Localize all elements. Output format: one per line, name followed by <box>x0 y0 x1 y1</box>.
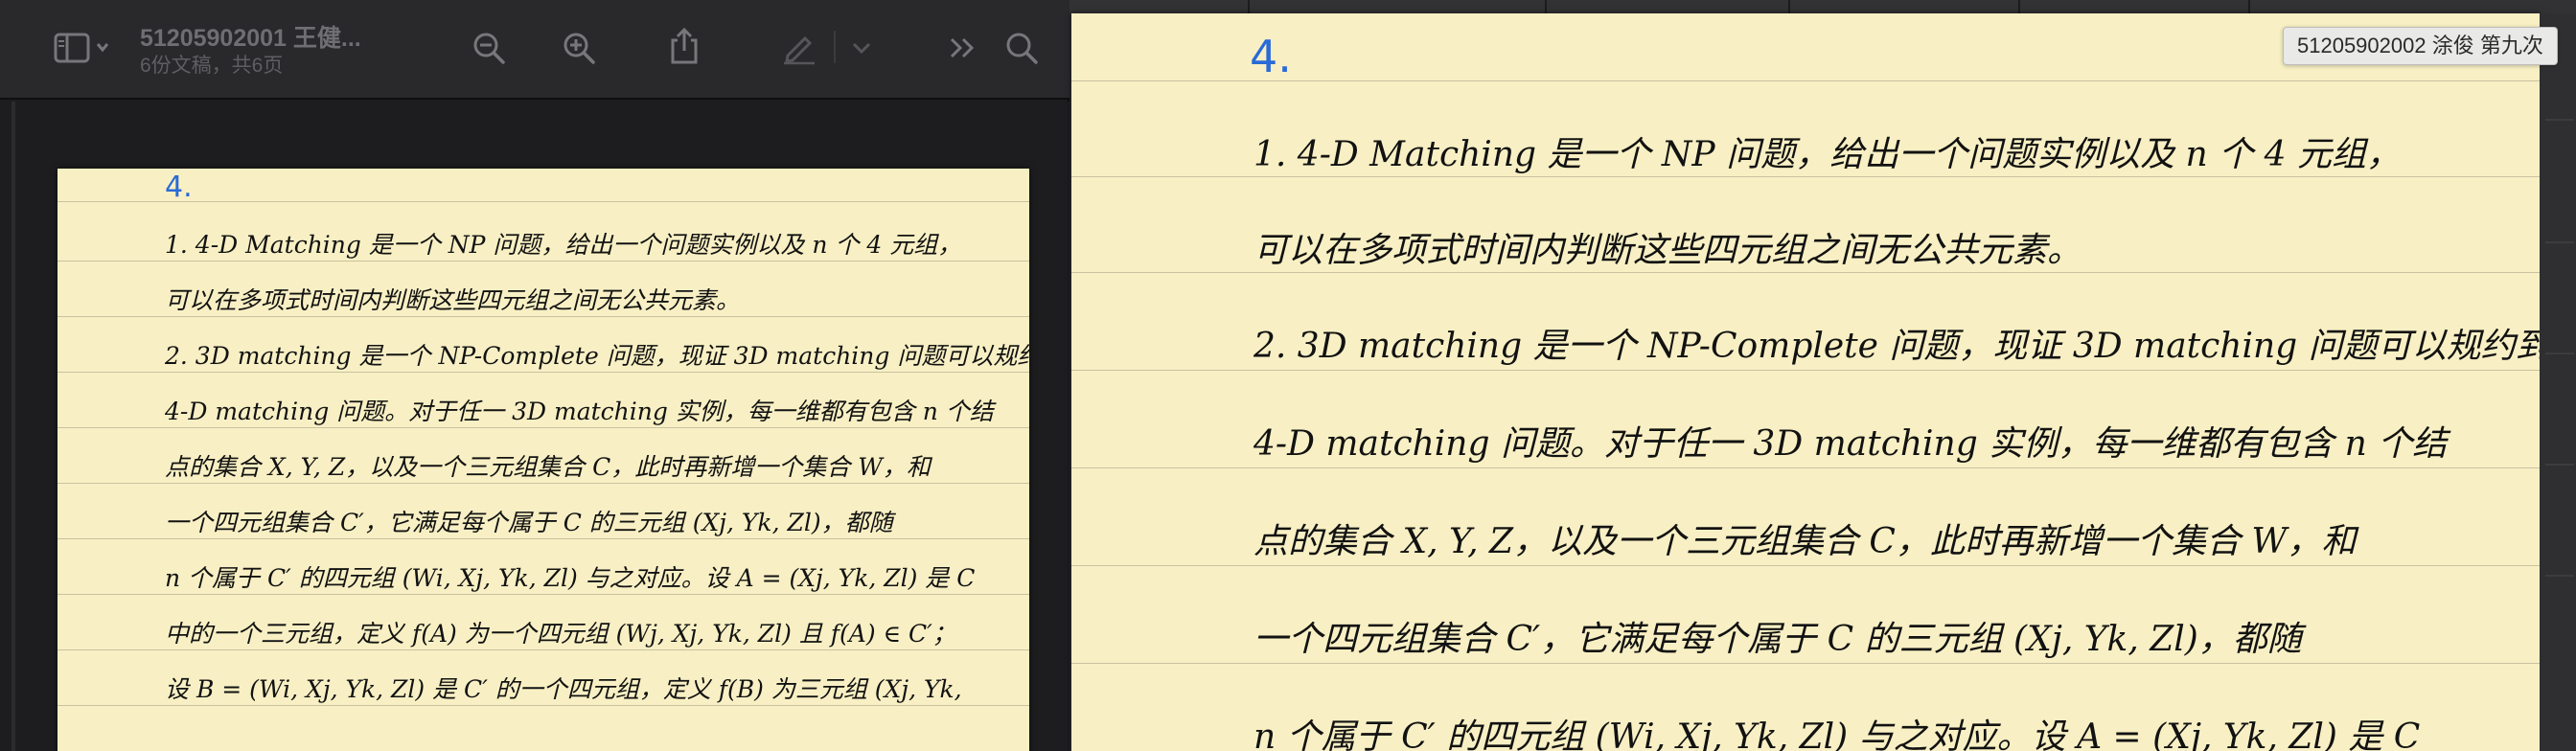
handwritten-line: 一个四元组集合 C′，它满足每个属于 C 的三元组 (Xj, Yk, Zl)，都… <box>165 509 893 536</box>
handwritten-heading: 4. <box>165 171 193 204</box>
ruled-line <box>1071 565 2540 566</box>
toolbar-separator <box>834 31 836 63</box>
gutter-mark <box>2545 575 2574 577</box>
gutter-mark <box>2545 353 2574 354</box>
handwritten-heading: 4. <box>1250 31 1292 82</box>
zoom-out-icon <box>472 31 506 65</box>
zoom-in-icon <box>562 31 596 65</box>
handwritten-line: 1. 4-D Matching 是一个 NP 问题，给出一个问题实例以及 n 个… <box>1254 135 2401 174</box>
document-subtitle: 6份文稿，共6页 <box>140 55 284 77</box>
ruled-line <box>58 261 1029 262</box>
ruled-line <box>58 483 1029 484</box>
share-icon <box>668 27 701 65</box>
tab-divider <box>1248 0 1250 13</box>
handwritten-line: 可以在多项式时间内判断这些四元组之间无公共元素。 <box>1254 231 2082 270</box>
ruled-line <box>58 427 1029 428</box>
ruled-line <box>58 649 1029 650</box>
document-page-thumbnail[interactable]: 4. 1. 4-D Matching 是一个 NP 问题，给出一个问题实例以及 … <box>58 169 1029 751</box>
handwritten-line: 设 B = (Wi, Xj, Yk, Zl) 是 C′ 的一个四元组，定义 f(… <box>165 675 962 703</box>
handwritten-line: 一个四元组集合 C′，它满足每个属于 C 的三元组 (Xj, Yk, Zl)，都… <box>1254 620 2302 659</box>
zoom-in-button[interactable] <box>558 27 600 69</box>
handwritten-line: 2. 3D matching 是一个 NP-Complete 问题，现证 3D … <box>165 342 1029 370</box>
ruled-line <box>58 201 1029 202</box>
handwritten-line: 可以在多项式时间内判断这些四元组之间无公共元素。 <box>165 286 741 314</box>
document-page-large[interactable]: 4. 1. 4-D Matching 是一个 NP 问题，给出一个问题实例以及 … <box>1071 13 2540 751</box>
right-scroll-gutter[interactable] <box>2540 13 2576 751</box>
preview-window: 51205902001 王健... 6份文稿，共6页 4. 1. 4-D Mat… <box>0 0 1070 751</box>
preview-toolbar: 51205902001 王健... 6份文稿，共6页 <box>0 0 1070 100</box>
share-button[interactable] <box>663 23 705 69</box>
ruled-line <box>58 538 1029 539</box>
chevron-down-icon <box>851 41 872 55</box>
search-icon <box>1004 31 1039 65</box>
ruled-line <box>58 372 1029 373</box>
handwritten-line: 1. 4-D Matching 是一个 NP 问题，给出一个问题实例以及 n 个… <box>165 231 962 259</box>
sidebar-icon <box>54 32 113 64</box>
ruled-line <box>58 594 1029 595</box>
tab-divider <box>1545 0 1547 13</box>
scrollbar-track[interactable] <box>12 102 15 751</box>
handwritten-line: 点的集合 X, Y, Z，以及一个三元组集合 C，此时再新增一个集合 W，和 <box>1254 522 2357 561</box>
handwritten-line: 点的集合 X, Y, Z，以及一个三元组集合 C，此时再新增一个集合 W，和 <box>165 453 931 481</box>
gutter-mark <box>2545 241 2574 243</box>
ruled-line <box>1071 467 2540 468</box>
tab-divider <box>2248 0 2250 13</box>
pen-icon <box>780 31 818 65</box>
handwritten-line: n 个属于 C′ 的四元组 (Wi, Xj, Yk, Zl) 与之对应。设 A … <box>165 564 976 592</box>
gutter-mark <box>2545 119 2574 121</box>
markup-button[interactable] <box>776 27 822 69</box>
ruled-line <box>1071 370 2540 371</box>
handwritten-line: 2. 3D matching 是一个 NP-Complete 问题，现证 3D … <box>1254 327 2540 366</box>
tab-divider <box>1788 0 1790 13</box>
ruled-line <box>1071 272 2540 273</box>
gutter-mark <box>2545 464 2574 466</box>
search-button[interactable] <box>1000 27 1043 69</box>
tab-strip <box>1070 0 2576 13</box>
handwritten-line: 4-D matching 问题。对于任一 3D matching 实例，每一维都… <box>1254 424 2448 464</box>
markup-options-button[interactable] <box>847 31 876 65</box>
ruled-line <box>1071 663 2540 664</box>
sidebar-toggle-button[interactable] <box>50 29 117 67</box>
ruled-line <box>1071 176 2540 177</box>
window-title-tooltip: 51205902002 涂俊 第九次 <box>2283 27 2558 65</box>
zoom-out-button[interactable] <box>468 27 510 69</box>
handwritten-line: 中的一个三元组，定义 f(A) 为一个四元组 (Wj, Xj, Yk, Zl) … <box>165 620 956 648</box>
tab-divider <box>2018 0 2020 13</box>
handwritten-line: n 个属于 C′ 的四元组 (Wi, Xj, Yk, Zl) 与之对应。设 A … <box>1254 717 2421 751</box>
document-title: 51205902001 王健... <box>140 25 361 52</box>
handwritten-line: 4-D matching 问题。对于任一 3D matching 实例，每一维都… <box>165 398 994 425</box>
more-tools-button[interactable] <box>943 29 981 67</box>
ruled-line <box>58 316 1029 317</box>
chevron-double-right-icon <box>948 35 977 60</box>
ruled-line <box>58 705 1029 706</box>
